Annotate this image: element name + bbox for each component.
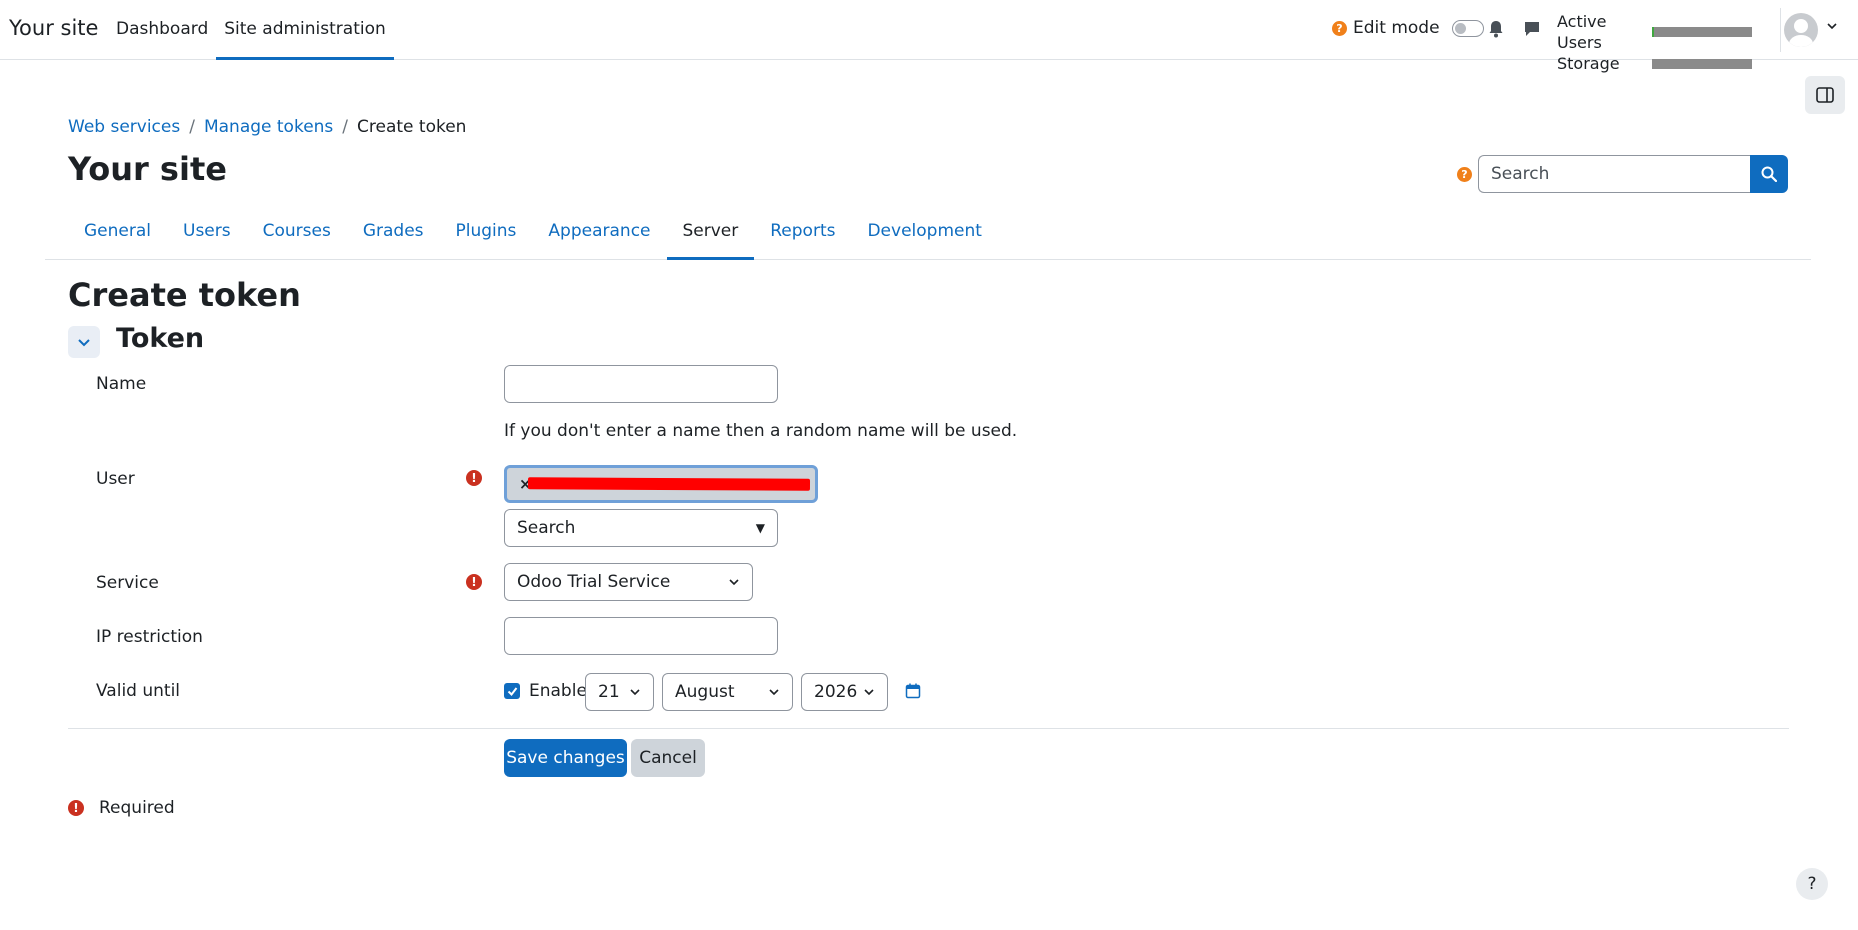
edit-mode-label: Edit mode xyxy=(1353,18,1440,38)
month-value: August xyxy=(675,682,735,702)
month-select[interactable]: August xyxy=(662,673,793,711)
breadcrumb-separator: / xyxy=(189,117,195,137)
enable-label: Enable xyxy=(529,681,587,701)
tab-reports[interactable]: Reports xyxy=(754,212,851,260)
check-icon xyxy=(507,686,517,696)
tab-courses[interactable]: Courses xyxy=(247,212,347,260)
save-changes-button[interactable]: Save changes xyxy=(504,739,627,777)
tab-users[interactable]: Users xyxy=(167,212,247,260)
usage-active-users-label: Active Users xyxy=(1557,12,1607,52)
site-brand[interactable]: Your site xyxy=(9,16,98,40)
required-icon: ! xyxy=(466,574,482,590)
nav-site-administration[interactable]: Site administration xyxy=(216,0,394,60)
required-icon: ! xyxy=(68,800,84,816)
user-label: User xyxy=(96,469,135,489)
usage-active-users-fill xyxy=(1652,27,1654,37)
secondary-navigation: General Users Courses Grades Plugins App… xyxy=(45,212,1811,260)
chevron-down-icon xyxy=(630,689,640,696)
enable-checkbox-group: Enable xyxy=(504,681,587,701)
page-title: Create token xyxy=(68,276,301,314)
chevron-down-icon[interactable] xyxy=(1826,20,1838,32)
usage-storage-bar xyxy=(1652,58,1752,69)
tab-development[interactable]: Development xyxy=(851,212,997,260)
navbar-divider xyxy=(1780,8,1781,52)
tab-appearance[interactable]: Appearance xyxy=(532,212,666,260)
day-value: 21 xyxy=(598,682,620,702)
service-label: Service xyxy=(96,573,159,593)
edit-mode-help-icon[interactable]: ? xyxy=(1332,20,1347,36)
breadcrumb-manage-tokens[interactable]: Manage tokens xyxy=(204,117,333,137)
breadcrumb: Web services / Manage tokens / Create to… xyxy=(68,117,466,137)
breadcrumb-web-services[interactable]: Web services xyxy=(68,117,180,137)
admin-search: ? xyxy=(1457,155,1788,193)
year-value: 2026 xyxy=(814,682,858,702)
ip-restriction-field[interactable] xyxy=(504,617,778,655)
cancel-button[interactable]: Cancel xyxy=(631,739,705,777)
tab-grades[interactable]: Grades xyxy=(347,212,440,260)
section-title-token: Token xyxy=(116,323,205,354)
service-selected-value: Odoo Trial Service xyxy=(517,572,671,592)
help-button[interactable]: ? xyxy=(1796,868,1828,900)
admin-search-input[interactable] xyxy=(1478,155,1750,193)
user-search-select[interactable]: Search ▼ xyxy=(504,509,778,547)
user-avatar[interactable] xyxy=(1784,13,1818,47)
service-select[interactable]: Odoo Trial Service xyxy=(504,563,753,601)
day-select[interactable]: 21 xyxy=(585,673,654,711)
primary-nav: Dashboard Site administration xyxy=(108,0,394,60)
name-help-text: If you don't enter a name then a random … xyxy=(504,421,1018,441)
valid-until-label: Valid until xyxy=(96,681,181,701)
tab-general[interactable]: General xyxy=(68,212,167,260)
messages-chat-icon[interactable] xyxy=(1523,20,1541,38)
required-legend: ! Required xyxy=(68,798,175,818)
admin-tabs: General Users Courses Grades Plugins App… xyxy=(68,212,998,260)
chevron-down-icon xyxy=(769,689,779,696)
chevron-down-icon xyxy=(78,339,90,347)
search-button[interactable] xyxy=(1750,155,1788,193)
calendar-icon[interactable] xyxy=(905,683,921,699)
block-drawer-toggle[interactable] xyxy=(1805,76,1845,114)
top-navbar: Your site Dashboard Site administration … xyxy=(0,0,1858,73)
tab-server[interactable]: Server xyxy=(666,212,755,260)
tab-plugins[interactable]: Plugins xyxy=(440,212,533,260)
chevron-down-icon xyxy=(864,689,874,696)
chevron-down-icon xyxy=(729,579,739,586)
edit-mode-toggle[interactable] xyxy=(1451,19,1484,37)
name-field[interactable] xyxy=(504,365,778,403)
sidebar-panel-icon xyxy=(1816,87,1834,103)
form-divider xyxy=(68,728,1789,729)
user-search-placeholder: Search xyxy=(517,518,576,538)
search-help-icon[interactable]: ? xyxy=(1457,166,1472,182)
usage-meters: Active Users Storage xyxy=(1557,11,1752,74)
breadcrumb-current: Create token xyxy=(357,117,467,137)
breadcrumb-separator: / xyxy=(342,117,349,137)
usage-storage: Storage xyxy=(1557,53,1752,74)
name-label: Name xyxy=(96,374,147,394)
section-collapse-button[interactable] xyxy=(68,326,100,358)
required-icon: ! xyxy=(466,470,482,486)
ip-restriction-label: IP restriction xyxy=(96,627,203,647)
enable-checkbox[interactable] xyxy=(504,683,520,699)
usage-active-users: Active Users xyxy=(1557,11,1752,53)
usage-active-users-bar xyxy=(1652,27,1752,37)
nav-dashboard[interactable]: Dashboard xyxy=(108,0,216,60)
redaction-mark xyxy=(527,477,811,491)
search-icon xyxy=(1761,166,1777,182)
page-header-title: Your site xyxy=(68,150,227,188)
caret-down-icon: ▼ xyxy=(755,521,765,535)
usage-storage-label: Storage xyxy=(1557,54,1620,73)
required-legend-text: Required xyxy=(99,798,175,818)
edit-mode: ? Edit mode xyxy=(1332,18,1484,38)
year-select[interactable]: 2026 xyxy=(801,673,888,711)
notifications-bell-icon[interactable] xyxy=(1488,20,1504,38)
